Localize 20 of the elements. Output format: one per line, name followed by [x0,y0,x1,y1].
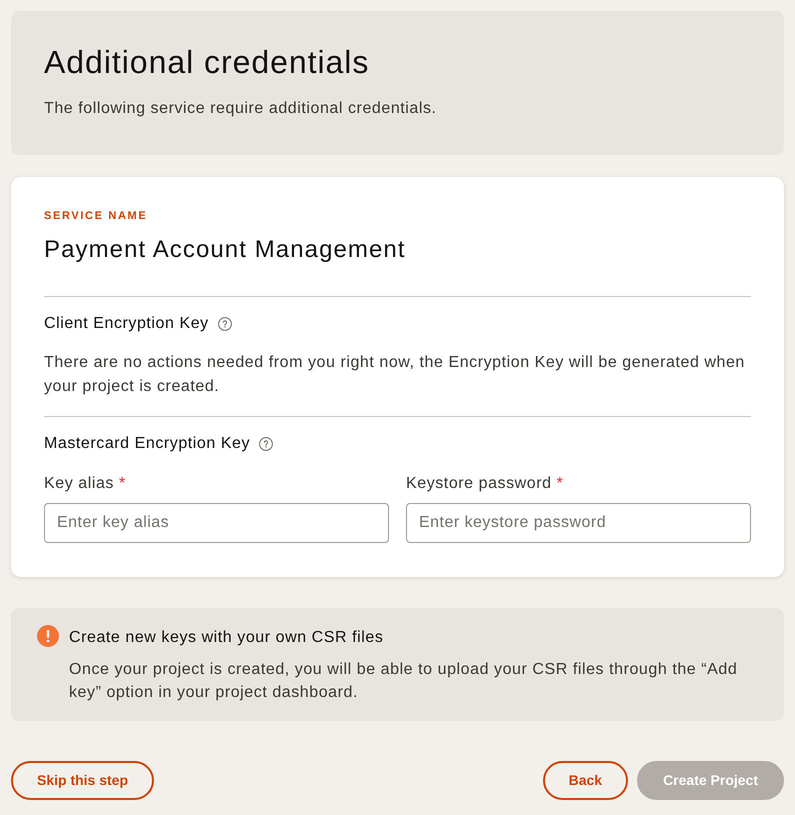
service-eyebrow: SERVICE NAME [44,209,148,224]
page-title: Additional credentials [44,44,370,80]
field-label: Keystore password [406,474,552,494]
section-title: Client Encryption Key [44,314,209,334]
section-title: Mastercard Encryption Key [44,434,250,454]
required-mark: * [556,474,563,494]
text-input[interactable]: Enter key alias [44,503,389,543]
required-mark: * [118,474,126,494]
text-input[interactable]: Enter keystore password [406,503,751,543]
info-text: There are no actions needed from you right now, the Encryption Key will be generated when your project is created. [44,353,746,397]
page-subtitle: The following service require additional credentials. [44,99,438,119]
alert-icon [37,625,59,647]
help-icon[interactable] [259,437,274,451]
field-label: Key alias [44,474,114,494]
notice-title: Create new keys with your own CSR files [69,628,384,648]
service-name: Payment Account Management [44,235,407,265]
notice-text: Once your project is created, you will be able to upload your CSR files through the “Add key” option in your project dashboard. [69,660,738,703]
action-button[interactable]: Skip this step [11,761,154,800]
help-icon[interactable] [218,317,232,331]
action-button[interactable]: Back [542,761,628,800]
